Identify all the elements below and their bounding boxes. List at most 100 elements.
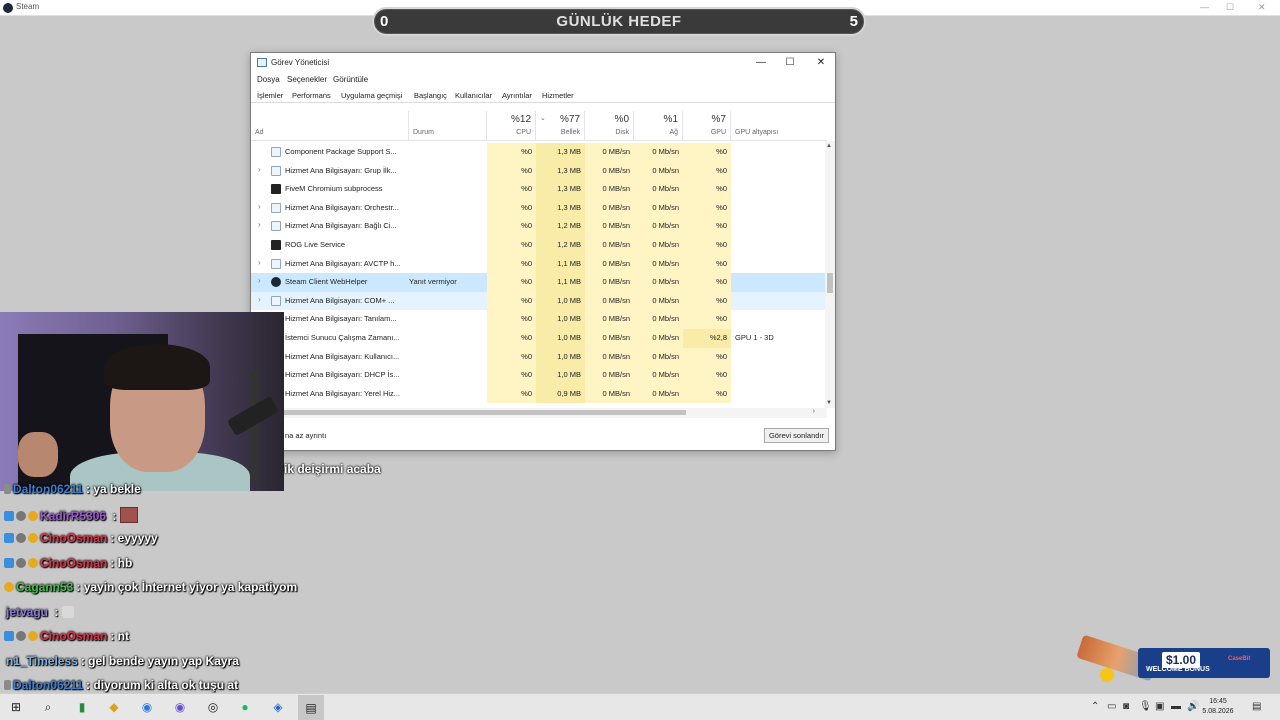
process-row[interactable]: Hizmet Ana Bilgisayarı: Kullanıcı... %0 1,… (251, 347, 827, 367)
process-disk-cell: 0 MB/sn (585, 254, 634, 274)
process-disk-value: 0 MB/sn (602, 295, 630, 305)
process-row[interactable]: Hizmet Ana Bilgisayarı: Tanılam... %0 1,0 … (251, 310, 827, 329)
process-row[interactable]: › Hizmet Ana Bilgisayarı: COM+ ... %0 1,0 M… (251, 291, 827, 311)
column-disk[interactable]: %0 Disk (585, 111, 634, 141)
menu-file[interactable]: Dosya (257, 75, 280, 84)
tray-expand-icon[interactable]: ⌃ (1091, 701, 1099, 712)
cpu-label: CPU (516, 129, 531, 136)
chat-username[interactable]: CinoOsman (40, 531, 107, 545)
chat-username[interactable]: Dalton06211 (13, 482, 83, 496)
column-gpu[interactable]: %7 GPU (683, 111, 731, 141)
tab-processes[interactable]: İşlemler (257, 91, 284, 101)
process-disk-value: 0 MB/sn (602, 240, 630, 249)
chat-username[interactable]: n1_Timeless (6, 654, 78, 668)
column-cpu[interactable]: %12 CPU (487, 111, 536, 141)
horizontal-scrollbar[interactable]: › (251, 408, 827, 418)
chat-username[interactable]: KadirR5306 (40, 509, 106, 523)
network-icon-2[interactable]: ▬ (1171, 701, 1181, 712)
process-cpu-value: %0 (521, 165, 532, 175)
expand-chevron-icon[interactable]: › (258, 202, 261, 211)
promo-banner: $1.00 WELCOME BONUS CaseBit (1076, 634, 1274, 688)
notepad-icon[interactable]: ▮ (74, 699, 90, 715)
process-row[interactable]: İstemci Sunucu Çalışma Zamanı... %0 1,0 MB… (251, 329, 827, 348)
maximize-icon[interactable]: ☐ (1226, 2, 1234, 13)
tab-details[interactable]: Ayrıntılar (502, 91, 532, 100)
process-row[interactable]: FiveM Chromium subprocess %0 1,3 MB 0 MB/sn… (251, 180, 827, 199)
tab-services[interactable]: Hizmetler (542, 91, 574, 100)
process-row[interactable]: › Hizmet Ana Bilgisayarı: Grup İlk... %0 1,… (251, 161, 827, 181)
scroll-down-icon[interactable]: ▼ (826, 400, 832, 406)
tab-app-history[interactable]: Uygulama geçmişi (341, 91, 402, 100)
chat-username[interactable]: jetvagu (6, 605, 48, 619)
column-name[interactable]: Ad (251, 111, 409, 141)
chat-text: : ya bekle (86, 482, 141, 496)
expand-chevron-icon[interactable]: › (258, 295, 261, 304)
process-row[interactable]: › Hizmet Ana Bilgisayarı: Orchestr... %0 1,… (251, 198, 827, 218)
close-button[interactable]: ✕ (811, 56, 831, 70)
chat-username[interactable]: Dalton06211 (13, 678, 83, 692)
windows-start-icon[interactable]: ⊞ (8, 699, 24, 715)
close-icon[interactable]: ✕ (1258, 2, 1266, 13)
app-icon[interactable]: ◆ (106, 699, 122, 715)
tab-performance[interactable]: Performans (292, 91, 331, 100)
process-mem-cell: 1,0 MB (536, 329, 585, 348)
menu-view[interactable]: Görüntüle (333, 75, 368, 84)
column-network[interactable]: %1 Ağ (634, 111, 683, 141)
minimize-button[interactable]: — (751, 56, 771, 70)
column-gpu-engine[interactable]: GPU altyapısı (731, 111, 827, 141)
vertical-scrollbar[interactable]: ▲ ▼ (825, 141, 835, 408)
process-cpu-value: %0 (521, 388, 532, 398)
process-gpu-value: %0 (716, 165, 727, 175)
column-memory[interactable]: ⌄ %77 Bellek (536, 111, 585, 141)
network-icon[interactable]: ▣ (1155, 701, 1164, 712)
column-status[interactable]: Durum (409, 111, 487, 141)
vertical-scroll-thumb[interactable] (827, 273, 833, 293)
obs-icon[interactable]: ◎ (205, 699, 221, 715)
tab-startup[interactable]: Başlangıç (414, 91, 447, 100)
scroll-up-icon[interactable]: ▲ (826, 143, 832, 149)
process-row[interactable]: › Hizmet Ana Bilgisayarı: Bağlı Ci... %0 1,… (251, 217, 827, 236)
scroll-right-icon[interactable]: › (813, 408, 815, 415)
process-row[interactable]: › Steam Client WebHelper Yanıt vermiyor %0 1… (251, 273, 827, 292)
expand-chevron-icon[interactable]: › (258, 276, 261, 285)
process-disk-value: 0 MB/sn (602, 184, 630, 194)
process-row[interactable]: ROG Live Service %0 1,2 MB 0 MB/sn 0 Mb/sn %0 (251, 236, 827, 255)
chrome-icon[interactable]: ◉ (139, 699, 155, 715)
spotify-icon[interactable]: ● (237, 699, 253, 715)
process-row[interactable]: › Hizmet Ana Bilgisayarı: AVCTP h... %0 1,1… (251, 254, 827, 274)
chat-badge-icon (16, 510, 26, 521)
end-task-button[interactable]: Görevi sonlandır (763, 428, 829, 443)
process-mem-cell: 1,0 MB (536, 347, 585, 367)
process-mem-value: 1,0 MB (557, 333, 581, 342)
chat-username[interactable]: Cagann53 (16, 580, 73, 594)
clock[interactable]: 16:45 5.08.2026 (1200, 697, 1236, 717)
expand-chevron-icon[interactable]: › (258, 220, 261, 229)
tray-icon-2[interactable]: ◙ (1123, 701, 1129, 712)
expand-chevron-icon[interactable]: › (258, 165, 261, 174)
process-mem-cell: 1,2 MB (536, 236, 585, 255)
menu-options[interactable]: Seçenekler (287, 75, 327, 84)
process-gpu-value: %0 (716, 240, 727, 249)
process-disk-value: 0 MB/sn (602, 202, 630, 212)
process-row[interactable]: Hizmet Ana Bilgisayarı: Yerel Hiz... %0 0,… (251, 384, 827, 404)
chat-username[interactable]: CinoOsman (40, 629, 107, 643)
fewer-details-link[interactable]: na az ayrıntı (285, 431, 326, 440)
process-row[interactable]: Hizmet Ana Bilgisayarı: DHCP İs... %0 1,0 … (251, 366, 827, 385)
minimize-icon[interactable]: — (1200, 2, 1209, 12)
horizontal-scroll-thumb[interactable] (281, 410, 686, 415)
task-manager-taskbar-icon[interactable]: ▤ (298, 695, 324, 720)
tab-users[interactable]: Kullanıcılar (455, 91, 492, 100)
chat-username[interactable]: CinoOsman (40, 556, 107, 570)
process-name: FiveM Chromium subprocess (285, 184, 383, 194)
maximize-button[interactable]: ☐ (780, 56, 800, 70)
search-icon[interactable]: ⌕ (40, 699, 56, 715)
volume-icon[interactable]: 🔊 (1187, 701, 1199, 712)
mic-tray-icon[interactable]: 🎙 (1139, 701, 1152, 712)
steam-taskbar-icon[interactable]: ◈ (270, 699, 286, 715)
tray-icon-1[interactable]: ▭ (1107, 701, 1116, 712)
process-cpu-value: %0 (521, 370, 532, 380)
notifications-icon[interactable]: ▤ (1252, 701, 1261, 712)
discord-icon[interactable]: ◉ (172, 699, 188, 715)
expand-chevron-icon[interactable]: › (258, 258, 261, 267)
process-row[interactable]: Component Package Support S... %0 1,3 MB 0 … (251, 143, 827, 162)
